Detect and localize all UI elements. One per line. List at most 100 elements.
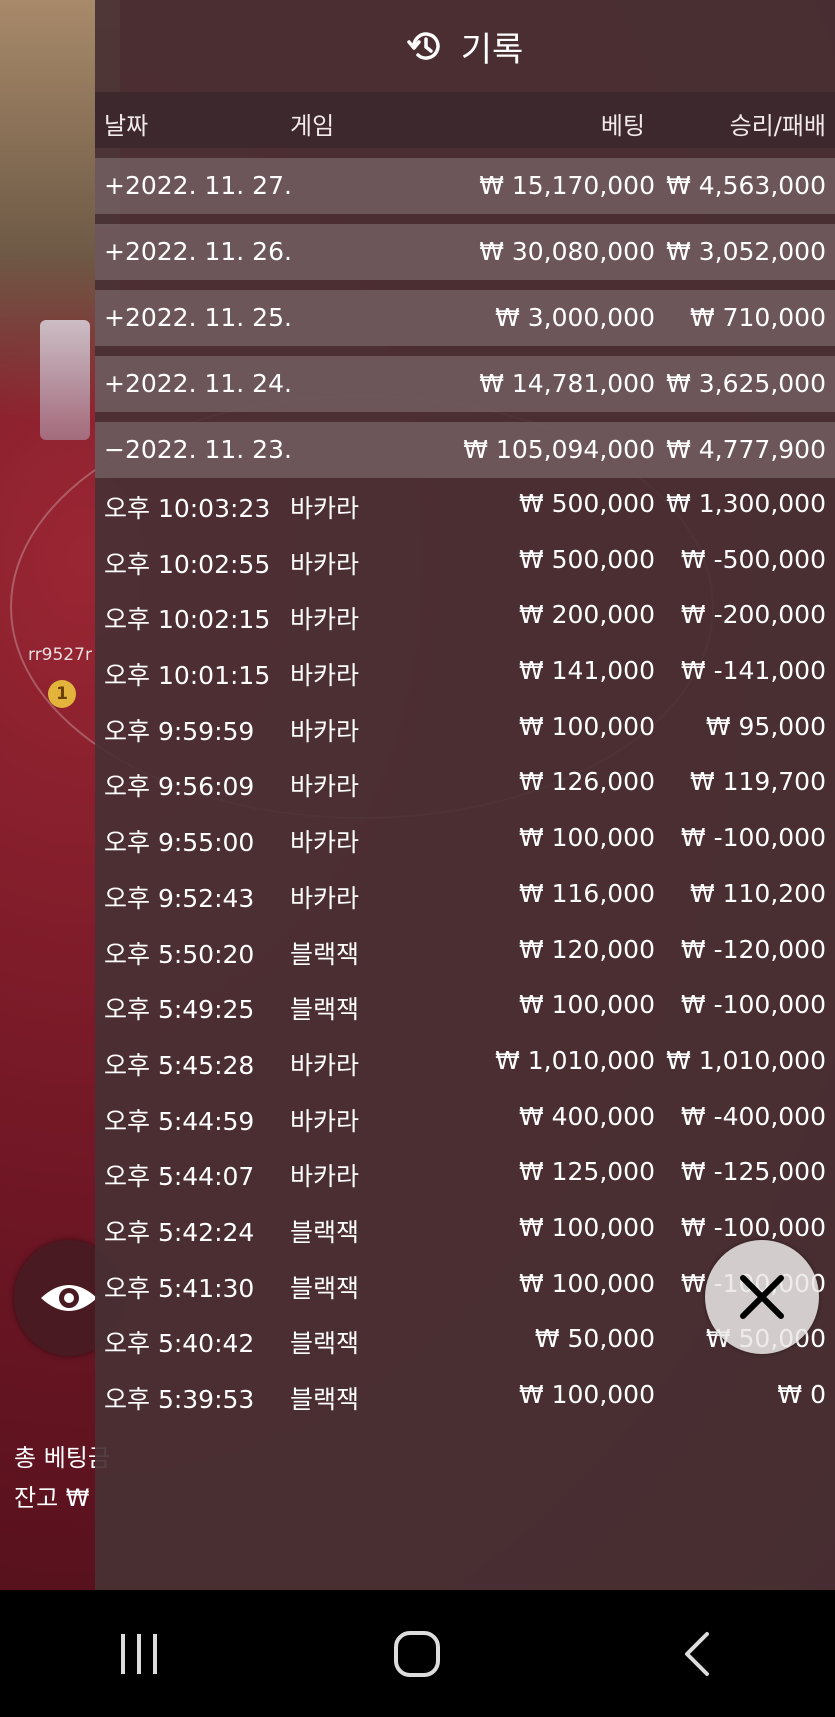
rank-medal-icon: 1 <box>48 680 76 708</box>
detail-win: ₩ -100,000 <box>680 823 826 853</box>
detail-time: 오후 5:45:28 <box>104 1050 255 1080</box>
detail-win: ₩ -100,000 <box>680 1212 826 1242</box>
detail-bet: ₩ 200,000 <box>518 600 655 630</box>
detail-time: 오후 9:52:43 <box>104 883 255 913</box>
summary-row[interactable]: +2022. 11. 27. ₩ 15,170,000 ₩ 4,563,000 <box>95 158 835 214</box>
detail-bet: ₩ 100,000 <box>518 1212 655 1242</box>
panel-header: 기록 <box>95 0 835 92</box>
summary-date: +2022. 11. 26. <box>104 237 292 266</box>
detail-bet: ₩ 100,000 <box>518 711 655 741</box>
detail-win: ₩ 0 <box>777 1380 826 1409</box>
column-date: 날짜 <box>104 112 149 140</box>
detail-game: 바카라 <box>290 772 360 802</box>
detail-bet: ₩ 141,000 <box>518 656 655 686</box>
summary-row[interactable]: +2022. 11. 26. ₩ 30,080,000 ₩ 3,052,000 <box>95 224 835 280</box>
detail-game: 블랙잭 <box>290 995 360 1025</box>
summary-date: +2022. 11. 25. <box>104 303 292 332</box>
close-button[interactable] <box>705 1240 819 1354</box>
detail-game: 블랙잭 <box>290 1385 360 1414</box>
summary-date: +2022. 11. 24. <box>104 369 292 398</box>
detail-bet: ₩ 100,000 <box>518 1268 655 1298</box>
column-win-loss: 승리/패배 <box>729 112 826 140</box>
detail-game: 바카라 <box>290 716 360 746</box>
summary-date: −2022. 11. 23. <box>104 435 292 464</box>
detail-time: 오후 5:39:53 <box>104 1385 255 1414</box>
detail-row: 오후 5:44:07 바카라 ₩ 125,000 ₩ -125,000 <box>95 1146 835 1202</box>
detail-bet: ₩ 125,000 <box>518 1157 655 1187</box>
detail-row: 오후 5:44:59 바카라 ₩ 400,000 ₩ -400,000 <box>95 1091 835 1147</box>
detail-game: 바카라 <box>290 494 360 523</box>
detail-time: 오후 9:59:59 <box>104 716 255 746</box>
detail-game: 바카라 <box>290 1106 360 1136</box>
summary-row-expanded[interactable]: −2022. 11. 23. ₩ 105,094,000 ₩ 4,777,900 <box>95 422 835 478</box>
detail-win: ₩ -200,000 <box>680 600 826 630</box>
detail-game: 바카라 <box>290 605 360 635</box>
android-nav-bar <box>0 1590 835 1717</box>
detail-time: 오후 9:55:00 <box>104 828 255 858</box>
summary-bet: ₩ 15,170,000 <box>479 171 655 200</box>
column-bet: 베팅 <box>600 112 645 140</box>
detail-row: 오후 10:02:55 바카라 ₩ 500,000 ₩ -500,000 <box>95 534 835 590</box>
detail-row: 오후 5:49:25 블랙잭 ₩ 100,000 ₩ -100,000 <box>95 979 835 1035</box>
back-icon <box>684 1631 709 1676</box>
recent-apps-icon <box>121 1633 158 1674</box>
detail-time: 오후 9:56:09 <box>104 772 255 802</box>
detail-time: 오후 5:44:59 <box>104 1106 255 1136</box>
detail-game: 블랙잭 <box>290 1329 360 1359</box>
summary-win: ₩ 3,625,000 <box>666 369 826 398</box>
detail-time: 오후 5:50:20 <box>104 939 255 969</box>
detail-bet: ₩ 126,000 <box>518 767 655 797</box>
detail-row: 오후 5:45:28 바카라 ₩ 1,010,000 ₩ 1,010,000 <box>95 1035 835 1091</box>
summary-row[interactable]: +2022. 11. 24. ₩ 14,781,000 ₩ 3,625,000 <box>95 356 835 412</box>
detail-win: ₩ -141,000 <box>680 656 826 686</box>
summary-date: +2022. 11. 27. <box>104 171 292 200</box>
summary-bet: ₩ 30,080,000 <box>479 237 655 266</box>
detail-row: 오후 9:52:43 바카라 ₩ 116,000 ₩ 110,200 <box>95 868 835 924</box>
detail-row: 오후 10:01:15 바카라 ₩ 141,000 ₩ -141,000 <box>95 645 835 701</box>
detail-win: ₩ 110,200 <box>689 878 826 908</box>
detail-bet: ₩ 116,000 <box>518 878 655 908</box>
detail-game: 블랙잭 <box>290 1273 360 1303</box>
home-button[interactable] <box>367 1614 467 1694</box>
detail-win: ₩ -400,000 <box>680 1101 826 1131</box>
detail-game: 바카라 <box>290 883 360 913</box>
detail-row: 오후 10:02:15 바카라 ₩ 200,000 ₩ -200,000 <box>95 589 835 645</box>
detail-bet: ₩ 120,000 <box>518 934 655 964</box>
detail-bet: ₩ 100,000 <box>518 823 655 853</box>
detail-bet: ₩ 500,000 <box>518 544 655 574</box>
detail-win: ₩ 119,700 <box>689 767 826 797</box>
detail-time: 오후 5:44:07 <box>104 1162 255 1192</box>
detail-time: 오후 10:02:15 <box>104 605 271 635</box>
close-icon <box>740 1275 784 1319</box>
detail-time: 오후 10:02:55 <box>104 549 271 579</box>
detail-time: 오후 5:42:24 <box>104 1217 255 1247</box>
detail-game: 블랙잭 <box>290 939 360 969</box>
detail-time: 오후 5:40:42 <box>104 1329 255 1359</box>
summary-win: ₩ 4,777,900 <box>666 435 826 464</box>
detail-row: 오후 9:55:00 바카라 ₩ 100,000 ₩ -100,000 <box>95 812 835 868</box>
detail-win: ₩ 95,000 <box>705 711 826 741</box>
detail-row: 오후 5:39:53 블랙잭 ₩ 100,000 ₩ 0 <box>95 1369 835 1425</box>
detail-bet: ₩ 100,000 <box>518 990 655 1020</box>
summary-row[interactable]: +2022. 11. 25. ₩ 3,000,000 ₩ 710,000 <box>95 290 835 346</box>
detail-time: 오후 10:03:23 <box>104 494 271 523</box>
summary-win: ₩ 710,000 <box>689 303 826 332</box>
detail-row: 오후 9:56:09 바카라 ₩ 126,000 ₩ 119,700 <box>95 756 835 812</box>
detail-win: ₩ -120,000 <box>680 934 826 964</box>
summary-win: ₩ 4,563,000 <box>666 171 826 200</box>
detail-game: 바카라 <box>290 1162 360 1192</box>
detail-game: 블랙잭 <box>290 1217 360 1247</box>
detail-time: 오후 5:49:25 <box>104 995 255 1025</box>
balance-label: 잔고 ₩ <box>14 1484 90 1512</box>
detail-game: 바카라 <box>290 661 360 691</box>
history-icon <box>406 32 440 60</box>
detail-time: 오후 10:01:15 <box>104 661 271 691</box>
detail-game: 바카라 <box>290 828 360 858</box>
detail-row: 오후 10:03:23 바카라 ₩ 500,000 ₩ 1,300,000 <box>95 478 835 534</box>
recent-apps-button[interactable] <box>89 1614 189 1694</box>
detail-time: 오후 5:41:30 <box>104 1273 255 1303</box>
summary-bet: ₩ 14,781,000 <box>479 369 655 398</box>
back-button[interactable] <box>646 1614 746 1694</box>
detail-win: ₩ -100,000 <box>680 990 826 1020</box>
detail-row: 오후 9:59:59 바카라 ₩ 100,000 ₩ 95,000 <box>95 701 835 757</box>
